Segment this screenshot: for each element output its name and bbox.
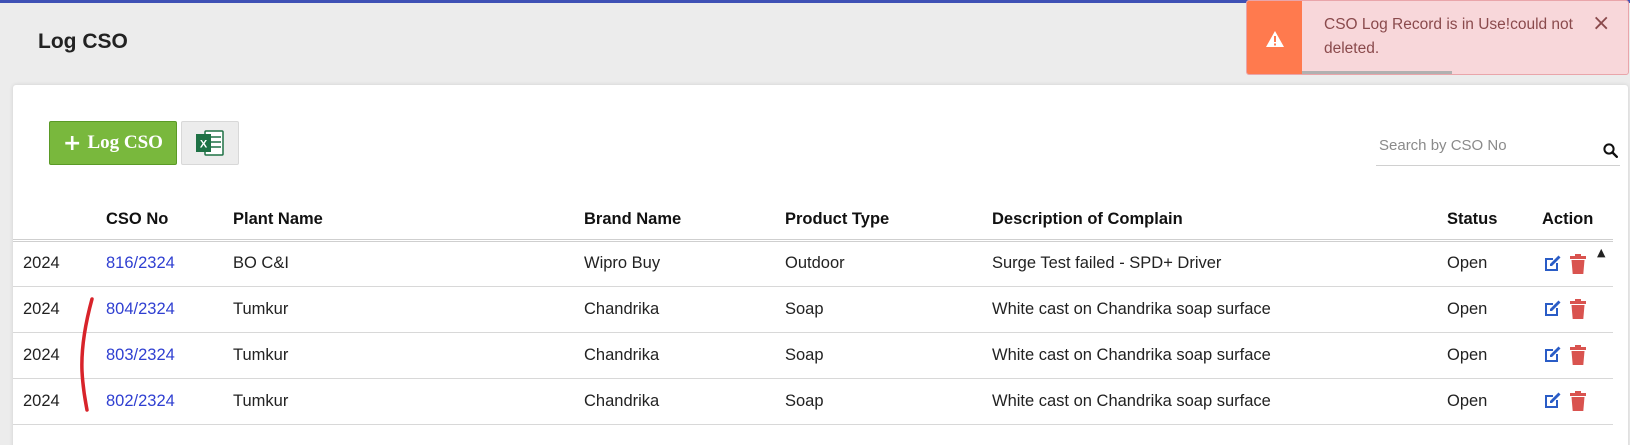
cso-table: CSO No Plant Name Brand Name Product Typ… xyxy=(13,200,1613,425)
status-cell: Open xyxy=(1447,240,1542,287)
status-cell: Open xyxy=(1447,378,1542,425)
description-cell: Surge Test failed - SPD+ Driver xyxy=(992,240,1447,287)
delete-icon[interactable] xyxy=(1570,391,1586,411)
description-cell: White cast on Chandrika soap surface xyxy=(992,332,1447,379)
brand-cell: Chandrika xyxy=(584,286,785,333)
delete-icon[interactable] xyxy=(1570,253,1586,274)
log-cso-button[interactable]: + Log CSO xyxy=(49,121,177,165)
column-header-plant-name[interactable]: Plant Name xyxy=(233,200,584,242)
cso-link[interactable]: 802/2324 xyxy=(106,392,175,410)
status-cell: Open xyxy=(1447,286,1542,333)
red-annotation-mark xyxy=(80,297,94,412)
description-cell: White cast on Chandrika soap surface xyxy=(992,286,1447,333)
column-header-description[interactable]: Description of Complain xyxy=(992,200,1447,242)
description-cell: White cast on Chandrika soap surface xyxy=(992,378,1447,425)
table-row: 2024 816/2324 BO C&I Wipro Buy Outdoor S… xyxy=(13,240,1613,287)
column-header-action: Action xyxy=(1542,200,1613,242)
log-cso-button-label: Log CSO xyxy=(87,132,163,153)
cso-link[interactable]: 804/2324 xyxy=(106,300,175,318)
page-title: Log CSO xyxy=(38,30,128,53)
excel-icon: X xyxy=(196,130,224,156)
product-cell: Soap xyxy=(785,378,992,425)
warning-icon xyxy=(1265,30,1284,47)
table-row: 2024 802/2324 Tumkur Chandrika Soap Whit… xyxy=(13,378,1613,425)
table-row: 2024 804/2324 Tumkur Chandrika Soap Whit… xyxy=(13,286,1613,333)
cso-link[interactable]: 816/2324 xyxy=(106,254,175,272)
delete-icon[interactable] xyxy=(1570,299,1586,319)
search-input[interactable] xyxy=(1376,130,1586,160)
date-cell: 2024 xyxy=(13,240,106,287)
column-header-brand-name[interactable]: Brand Name xyxy=(584,200,785,242)
plant-cell: Tumkur xyxy=(233,332,584,379)
close-icon[interactable]: × xyxy=(1592,11,1610,36)
scroll-up-arrow-icon[interactable]: ▲ xyxy=(1597,246,1605,259)
search-icon[interactable] xyxy=(1603,143,1618,158)
column-header-status[interactable]: Status xyxy=(1447,200,1542,242)
table-row: 2024 803/2324 Tumkur Chandrika Soap Whit… xyxy=(13,332,1613,379)
column-header-cso-no[interactable]: CSO No xyxy=(106,200,233,242)
product-cell: Soap xyxy=(785,332,992,379)
product-cell: Soap xyxy=(785,286,992,333)
edit-icon[interactable] xyxy=(1542,299,1562,319)
brand-cell: Chandrika xyxy=(584,332,785,379)
table-header-row: CSO No Plant Name Brand Name Product Typ… xyxy=(13,200,1613,242)
delete-icon[interactable] xyxy=(1570,345,1586,365)
edit-icon[interactable] xyxy=(1542,391,1562,411)
search-box xyxy=(1376,130,1620,166)
plant-cell: Tumkur xyxy=(233,378,584,425)
plant-cell: BO C&I xyxy=(233,240,584,287)
brand-cell: Wipro Buy xyxy=(584,240,785,287)
toast-icon-panel xyxy=(1247,1,1302,74)
brand-cell: Chandrika xyxy=(584,378,785,425)
column-header-product-type[interactable]: Product Type xyxy=(785,200,992,242)
error-toast: CSO Log Record is in Use!could not delet… xyxy=(1246,0,1629,75)
cso-link[interactable]: 803/2324 xyxy=(106,346,175,364)
product-cell: Outdoor xyxy=(785,240,992,287)
edit-icon[interactable] xyxy=(1542,345,1562,365)
plus-icon: + xyxy=(63,130,82,156)
plant-cell: Tumkur xyxy=(233,286,584,333)
edit-icon[interactable] xyxy=(1542,254,1562,274)
export-excel-button[interactable]: X xyxy=(181,121,239,165)
toast-message: CSO Log Record is in Use!could not delet… xyxy=(1324,16,1573,57)
toast-progress-bar xyxy=(1302,71,1452,74)
svg-text:X: X xyxy=(200,139,208,151)
column-header-date[interactable] xyxy=(13,200,106,242)
status-cell: Open xyxy=(1447,332,1542,379)
